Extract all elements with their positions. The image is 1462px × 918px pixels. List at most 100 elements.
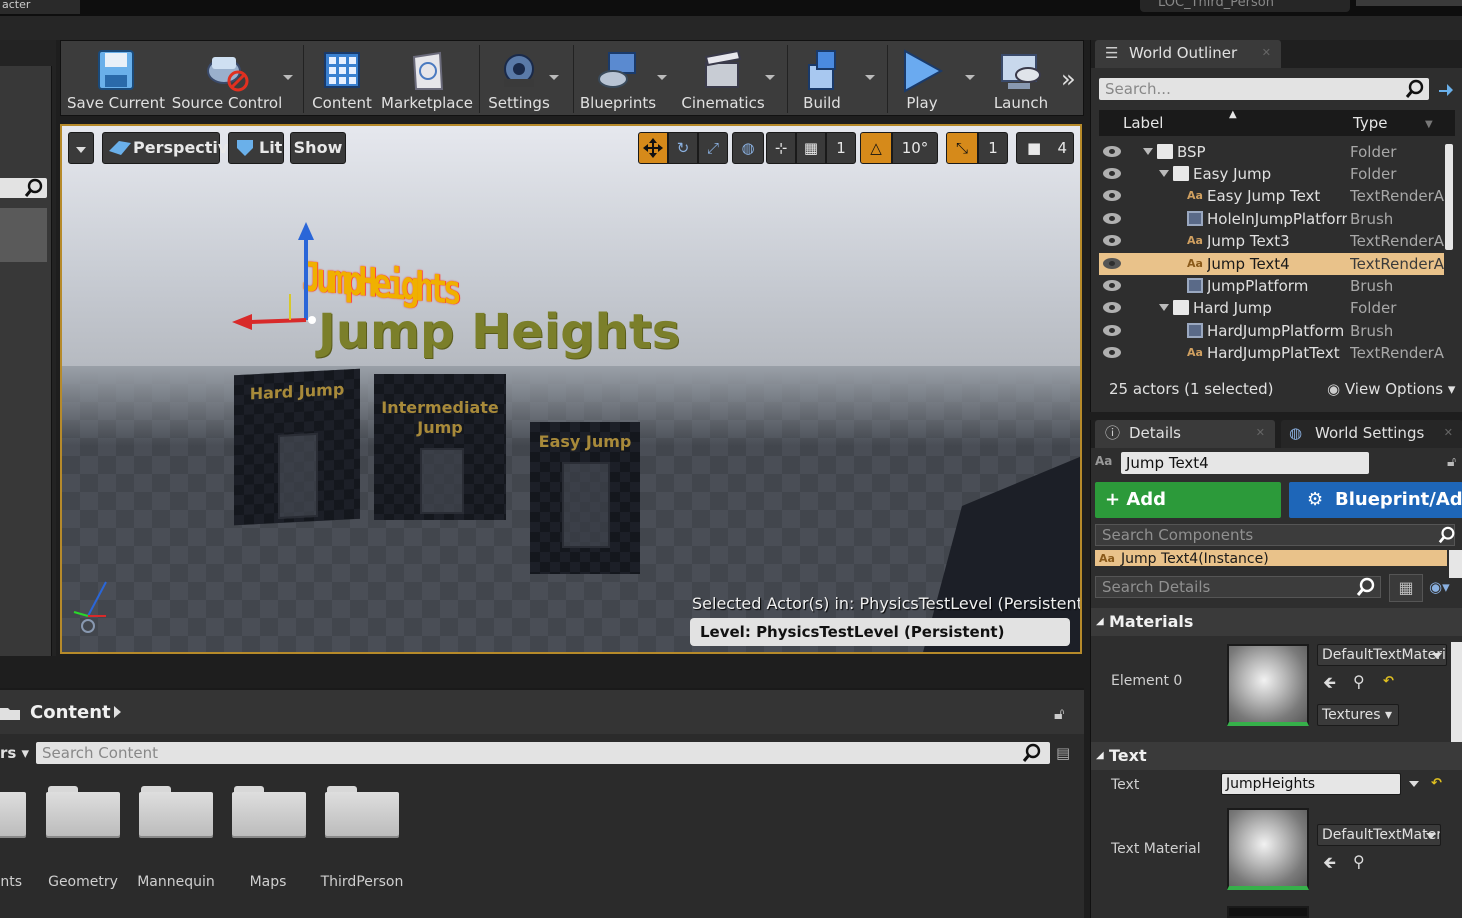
outliner-row[interactable]: BSP Folder: [1099, 141, 1444, 163]
outliner-row[interactable]: Aa HardJumpPlatText TextRenderActor: [1099, 342, 1444, 364]
visibility-eye-icon[interactable]: [1103, 190, 1121, 201]
components-scrollbar[interactable]: [1449, 550, 1462, 578]
details-scrollbar[interactable]: [1451, 642, 1462, 750]
viewport-options-button[interactable]: [68, 132, 94, 164]
outliner-row[interactable]: HardJumpPlatform Brush: [1099, 320, 1444, 342]
cinematics-dropdown-icon[interactable]: [765, 75, 775, 80]
materials-section-header[interactable]: ◢ Materials: [1091, 608, 1462, 636]
outliner-row[interactable]: JumpPlatform Brush: [1099, 275, 1444, 297]
show-button[interactable]: Show: [290, 132, 346, 164]
save-current-button[interactable]: Save Current: [63, 41, 169, 117]
play-button[interactable]: Play: [891, 41, 975, 117]
scale-mode-button[interactable]: ⤢: [698, 132, 728, 164]
grid-snap-value[interactable]: 1: [826, 132, 856, 164]
folder-item[interactable]: [139, 786, 213, 838]
translate-mode-button[interactable]: [638, 132, 668, 164]
world-local-toggle[interactable]: ◍: [732, 132, 764, 164]
browse-search-icon[interactable]: ⚲: [1353, 672, 1365, 691]
launch-button[interactable]: Launch: [983, 41, 1059, 117]
visibility-eye-icon[interactable]: [1103, 325, 1121, 336]
surface-snap-button[interactable]: ⊹: [766, 132, 796, 164]
scale-snap-value[interactable]: 1: [978, 132, 1008, 164]
view-options-button[interactable]: ◉ View Options ▾: [1327, 380, 1455, 398]
folder-item[interactable]: [0, 786, 26, 838]
text-material-thumbnail[interactable]: [1227, 808, 1309, 890]
cinematics-button[interactable]: Cinematics: [677, 41, 775, 117]
close-icon[interactable]: ✕: [1444, 420, 1453, 446]
close-icon[interactable]: ✕: [1256, 420, 1265, 446]
blueprints-button[interactable]: Blueprints: [577, 41, 667, 117]
folder-item[interactable]: [232, 786, 306, 838]
build-button[interactable]: Build: [791, 41, 875, 117]
add-component-button[interactable]: + Add Component ▾: [1095, 482, 1281, 546]
folder-item[interactable]: [325, 786, 399, 838]
outliner-row-selected[interactable]: Aa Jump Text4 TextRenderActor: [1099, 253, 1444, 275]
folder-item[interactable]: [46, 786, 120, 838]
next-thumbnail[interactable]: [1227, 906, 1309, 918]
blueprints-dropdown-icon[interactable]: [657, 75, 667, 80]
visibility-eye-icon[interactable]: [1103, 213, 1121, 224]
settings-dropdown-icon[interactable]: [549, 75, 559, 80]
visibility-eye-icon[interactable]: [1103, 235, 1121, 246]
tab-world-settings[interactable]: ◍ World Settings ✕: [1281, 420, 1462, 448]
material-thumbnail[interactable]: [1227, 644, 1309, 726]
close-icon[interactable]: ✕: [1262, 40, 1271, 66]
save-search-icon[interactable]: ▤: [1056, 744, 1070, 762]
lock-icon[interactable]: 🔓︎: [1054, 704, 1064, 724]
actor-name-field[interactable]: Jump Text4: [1121, 452, 1369, 474]
text-options-arrow-icon[interactable]: [1409, 781, 1419, 787]
perspective-button[interactable]: Perspective: [102, 132, 239, 164]
transform-gizmo[interactable]: [230, 222, 330, 342]
component-instance-row[interactable]: Aa Jump Text4(Instance): [1095, 550, 1447, 566]
blueprint-add-script-button[interactable]: ⚙ Blueprint/Add: [1289, 482, 1462, 518]
search-content-input[interactable]: Search Content: [36, 742, 1050, 764]
content-button[interactable]: Content: [307, 41, 377, 117]
lit-button[interactable]: Lit: [228, 132, 284, 164]
pin-icon[interactable]: [1435, 80, 1457, 100]
search-components-input[interactable]: Search Components: [1095, 524, 1455, 546]
visibility-eye-icon[interactable]: [1103, 168, 1121, 179]
expand-arrow-icon[interactable]: [1159, 170, 1169, 177]
modes-selected-item[interactable]: [0, 208, 47, 262]
filters-button[interactable]: rs ▾: [0, 744, 29, 762]
property-matrix-button[interactable]: ▦: [1389, 574, 1423, 602]
search-details-input[interactable]: Search Details: [1095, 576, 1381, 598]
outliner-row[interactable]: Aa Jump Text3 TextRenderActor: [1099, 230, 1444, 252]
lock-icon[interactable]: 🔓︎: [1447, 454, 1456, 470]
text-material-combo[interactable]: DefaultTextMaterial: [1317, 824, 1441, 846]
grid-snap-toggle[interactable]: ▦: [796, 132, 826, 164]
tab-details[interactable]: ⓘ Details ✕: [1095, 420, 1275, 448]
column-options-icon[interactable]: ▼: [1425, 112, 1433, 138]
outliner-scrollbar[interactable]: [1445, 144, 1453, 250]
expand-arrow-icon[interactable]: [1143, 148, 1153, 155]
source-control-button[interactable]: Source Control: [171, 41, 293, 117]
outliner-search-input[interactable]: Search...: [1099, 78, 1429, 100]
visibility-eye-icon[interactable]: [1103, 280, 1121, 291]
column-label[interactable]: Label: [1123, 110, 1163, 136]
camera-speed-button[interactable]: ■ 4: [1016, 132, 1074, 164]
rotation-snap-toggle[interactable]: △: [860, 132, 892, 164]
toolbar-overflow-button[interactable]: »: [1061, 65, 1076, 93]
use-selected-arrow-icon[interactable]: 🡸: [1323, 852, 1336, 879]
text-section-header[interactable]: ◢ Text: [1091, 742, 1462, 770]
column-type[interactable]: Type: [1353, 110, 1387, 136]
visibility-eye-icon[interactable]: [1103, 302, 1121, 313]
outliner-row[interactable]: Aa Easy Jump Text TextRenderActor: [1099, 185, 1444, 207]
level-viewport[interactable]: Hard Jump Intermediate Jump Easy Jump Ju…: [60, 124, 1082, 654]
use-selected-arrow-icon[interactable]: 🡸: [1323, 672, 1336, 699]
visibility-eye-icon[interactable]: [1103, 258, 1121, 269]
play-dropdown-icon[interactable]: [965, 75, 975, 80]
outliner-row[interactable]: Hard Jump Folder: [1099, 297, 1444, 319]
visibility-filter-icon[interactable]: ◉▾: [1429, 578, 1450, 596]
build-dropdown-icon[interactable]: [865, 75, 875, 80]
expand-arrow-icon[interactable]: [1159, 304, 1169, 311]
outliner-row[interactable]: HoleInJumpPlatform Brush: [1099, 208, 1444, 230]
reset-default-icon[interactable]: ↶: [1431, 776, 1442, 791]
window-controls[interactable]: [1356, 0, 1462, 6]
level-tab[interactable]: acter: [0, 0, 80, 14]
source-control-dropdown-icon[interactable]: [283, 75, 293, 80]
settings-button[interactable]: Settings: [483, 41, 559, 117]
rotate-mode-button[interactable]: ↻: [668, 132, 698, 164]
content-path-root[interactable]: Content: [30, 702, 111, 723]
visibility-eye-icon[interactable]: [1103, 146, 1121, 157]
